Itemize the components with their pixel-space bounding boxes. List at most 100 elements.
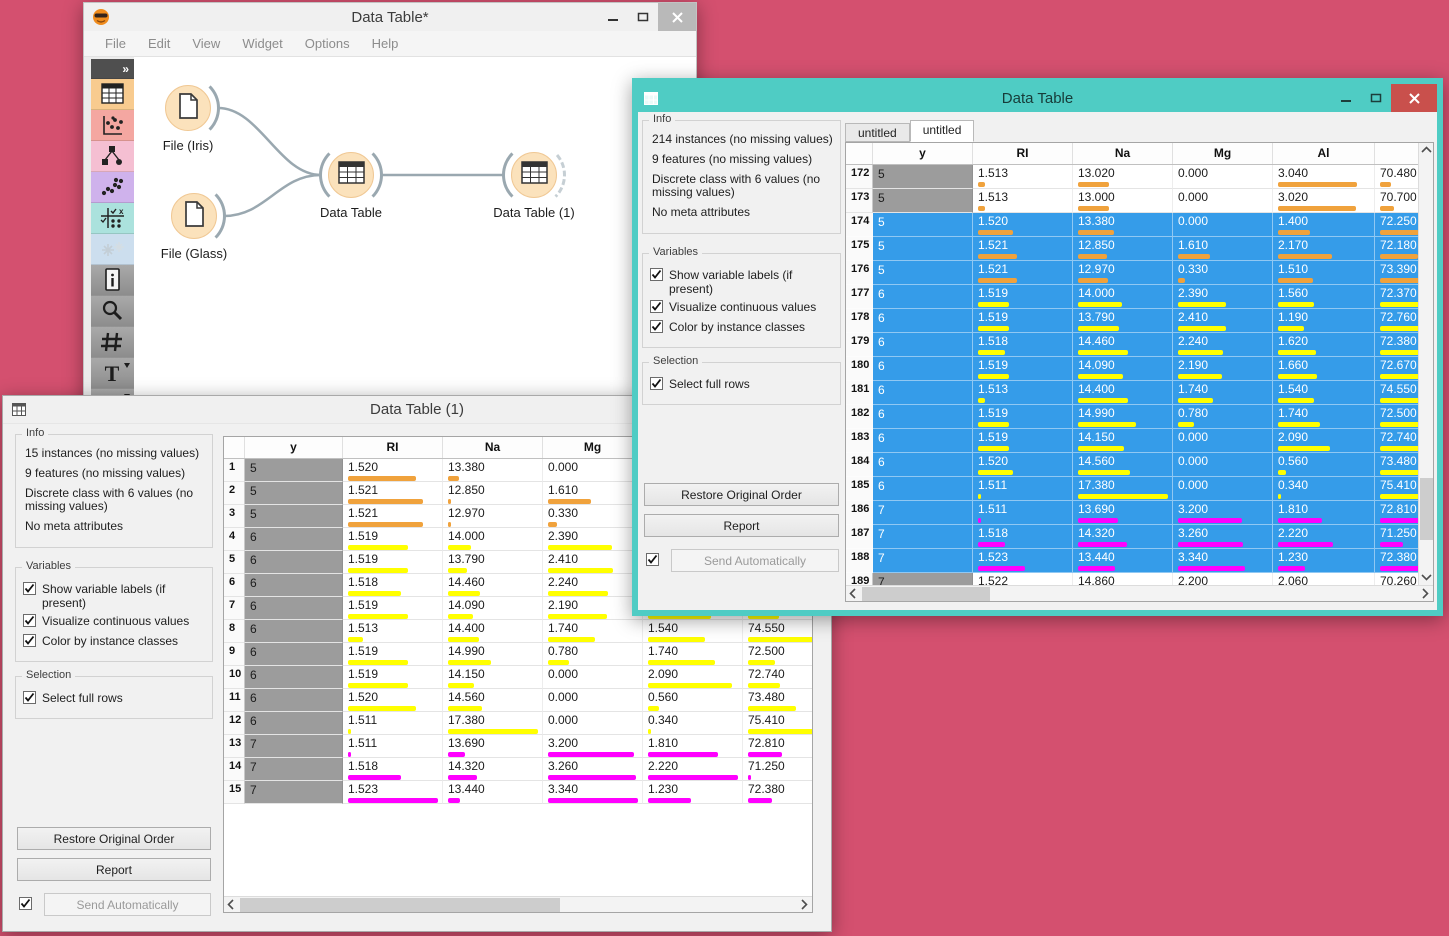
value-cell[interactable]: 0.340 xyxy=(1273,477,1375,501)
scroll-right-icon[interactable] xyxy=(797,897,812,912)
toolbox-canvas-widget-info[interactable] xyxy=(91,265,134,296)
table-row[interactable]: 18771.51814.3203.2602.22071.250 xyxy=(846,525,1434,549)
node-file-glass[interactable]: File (Glass) xyxy=(171,193,217,239)
value-cell[interactable]: 17.380 xyxy=(443,712,543,735)
main-titlebar[interactable]: Data Table* xyxy=(84,3,696,31)
class-cell[interactable]: 5 xyxy=(873,213,973,237)
t1-h-scroll-thumb[interactable] xyxy=(240,898,560,912)
value-cell[interactable]: 0.330 xyxy=(543,505,643,528)
tab-untitled-1[interactable]: untitled xyxy=(845,123,910,142)
menu-item-view[interactable]: View xyxy=(181,36,231,51)
table-row[interactable]: 18161.51314.4001.7401.54074.550 xyxy=(846,381,1434,405)
table-row[interactable]: 17251.51313.0200.0003.04070.480 xyxy=(846,165,1434,189)
column-header-Al[interactable]: Al xyxy=(1273,143,1375,164)
value-cell[interactable]: 2.240 xyxy=(1173,333,1273,357)
value-cell[interactable]: 2.220 xyxy=(643,758,743,781)
value-cell[interactable]: 14.560 xyxy=(1073,453,1173,477)
value-cell[interactable]: 14.090 xyxy=(1073,357,1173,381)
class-cell[interactable]: 6 xyxy=(245,666,343,689)
class-cell[interactable]: 6 xyxy=(873,405,973,429)
value-cell[interactable]: 1.519 xyxy=(343,597,443,620)
send-automatically-button[interactable]: Send Automatically xyxy=(671,549,839,572)
class-cell[interactable]: 6 xyxy=(245,528,343,551)
checkbox-checked[interactable] xyxy=(23,614,36,630)
value-cell[interactable]: 13.380 xyxy=(1073,213,1173,237)
menu-item-edit[interactable]: Edit xyxy=(137,36,181,51)
class-cell[interactable]: 5 xyxy=(873,189,973,213)
class-cell[interactable]: 7 xyxy=(873,525,973,549)
class-cell[interactable]: 6 xyxy=(873,309,973,333)
table-row[interactable]: 1161.52014.5600.0000.56073.480 xyxy=(224,689,813,712)
class-cell[interactable]: 6 xyxy=(245,597,343,620)
value-cell[interactable]: 3.260 xyxy=(543,758,643,781)
class-cell[interactable]: 6 xyxy=(873,357,973,381)
value-cell[interactable]: 1.520 xyxy=(973,453,1073,477)
value-cell[interactable]: 0.000 xyxy=(543,459,643,482)
table-row[interactable]: 1061.51914.1500.0002.09072.740 xyxy=(224,666,813,689)
toolbox-category-data[interactable] xyxy=(91,79,134,110)
toolbox-expand-toolbox[interactable]: » xyxy=(91,59,134,79)
column-header-y[interactable]: y xyxy=(245,437,343,458)
scroll-left-icon[interactable] xyxy=(846,586,861,601)
value-cell[interactable]: 0.000 xyxy=(543,712,643,735)
checkbox-checked[interactable] xyxy=(23,582,36,598)
value-cell[interactable]: 73.480 xyxy=(743,689,813,712)
table-row[interactable]: 18671.51113.6903.2001.81072.810 xyxy=(846,501,1434,525)
checkbox-checked[interactable] xyxy=(650,300,663,316)
value-cell[interactable]: 14.860 xyxy=(1073,573,1173,585)
class-cell[interactable]: 6 xyxy=(873,453,973,477)
value-cell[interactable]: 1.519 xyxy=(343,528,443,551)
value-cell[interactable]: 14.460 xyxy=(443,574,543,597)
value-cell[interactable]: 1.511 xyxy=(343,735,443,758)
checkbox-checked[interactable] xyxy=(23,634,36,650)
value-cell[interactable]: 13.020 xyxy=(1073,165,1173,189)
menu-item-options[interactable]: Options xyxy=(294,36,361,51)
class-cell[interactable]: 7 xyxy=(873,501,973,525)
value-cell[interactable]: 13.380 xyxy=(443,459,543,482)
value-cell[interactable]: 1.518 xyxy=(973,525,1073,549)
scroll-left-icon[interactable] xyxy=(224,897,239,912)
menu-item-file[interactable]: File xyxy=(94,36,137,51)
toolbox-category-model[interactable] xyxy=(91,141,134,172)
value-cell[interactable]: 1.513 xyxy=(343,620,443,643)
close-icon[interactable] xyxy=(1391,84,1437,112)
table-row[interactable]: 961.51914.9900.7801.74072.500 xyxy=(224,643,813,666)
value-cell[interactable]: 0.000 xyxy=(1173,165,1273,189)
scroll-right-icon[interactable] xyxy=(1418,586,1433,601)
table-row[interactable]: 17761.51914.0002.3901.56072.370 xyxy=(846,285,1434,309)
column-header-Mg[interactable]: Mg xyxy=(1173,143,1273,164)
minimize-icon[interactable] xyxy=(1331,84,1361,112)
value-cell[interactable]: 2.390 xyxy=(1173,285,1273,309)
value-cell[interactable]: 13.000 xyxy=(1073,189,1173,213)
value-cell[interactable]: 12.850 xyxy=(1073,237,1173,261)
value-cell[interactable]: 1.521 xyxy=(343,505,443,528)
value-cell[interactable]: 1.519 xyxy=(343,643,443,666)
toolbox-canvas-zoom[interactable] xyxy=(91,296,134,327)
value-cell[interactable]: 1.518 xyxy=(343,758,443,781)
value-cell[interactable]: 1.740 xyxy=(1273,405,1375,429)
scroll-up-icon[interactable] xyxy=(1419,143,1434,158)
table-row[interactable]: 18871.52313.4403.3401.23072.380 xyxy=(846,549,1434,573)
class-cell[interactable]: 6 xyxy=(245,712,343,735)
table-row[interactable]: 18971.52214.8602.2002.06070.260 xyxy=(846,573,1434,585)
value-cell[interactable]: 14.990 xyxy=(443,643,543,666)
value-cell[interactable]: 1.521 xyxy=(973,237,1073,261)
value-cell[interactable]: 14.560 xyxy=(443,689,543,712)
table-row[interactable]: 17451.52013.3800.0001.40072.250 xyxy=(846,213,1434,237)
value-cell[interactable]: 14.320 xyxy=(1073,525,1173,549)
table-row[interactable]: 18461.52014.5600.0000.56073.480 xyxy=(846,453,1434,477)
class-cell[interactable]: 6 xyxy=(873,429,973,453)
value-cell[interactable]: 0.000 xyxy=(1173,453,1273,477)
value-cell[interactable]: 1.511 xyxy=(973,477,1073,501)
value-cell[interactable]: 1.519 xyxy=(343,551,443,574)
checkbox-checked[interactable] xyxy=(650,377,663,393)
value-cell[interactable]: 2.240 xyxy=(543,574,643,597)
value-cell[interactable]: 12.850 xyxy=(443,482,543,505)
toolbox-canvas-text-annotation[interactable]: T xyxy=(91,358,134,389)
class-cell[interactable]: 5 xyxy=(873,261,973,285)
value-cell[interactable]: 1.560 xyxy=(1273,285,1375,309)
value-cell[interactable]: 1.810 xyxy=(1273,501,1375,525)
class-cell[interactable]: 6 xyxy=(873,285,973,309)
column-header-RI[interactable]: RI xyxy=(973,143,1073,164)
class-cell[interactable]: 7 xyxy=(245,735,343,758)
